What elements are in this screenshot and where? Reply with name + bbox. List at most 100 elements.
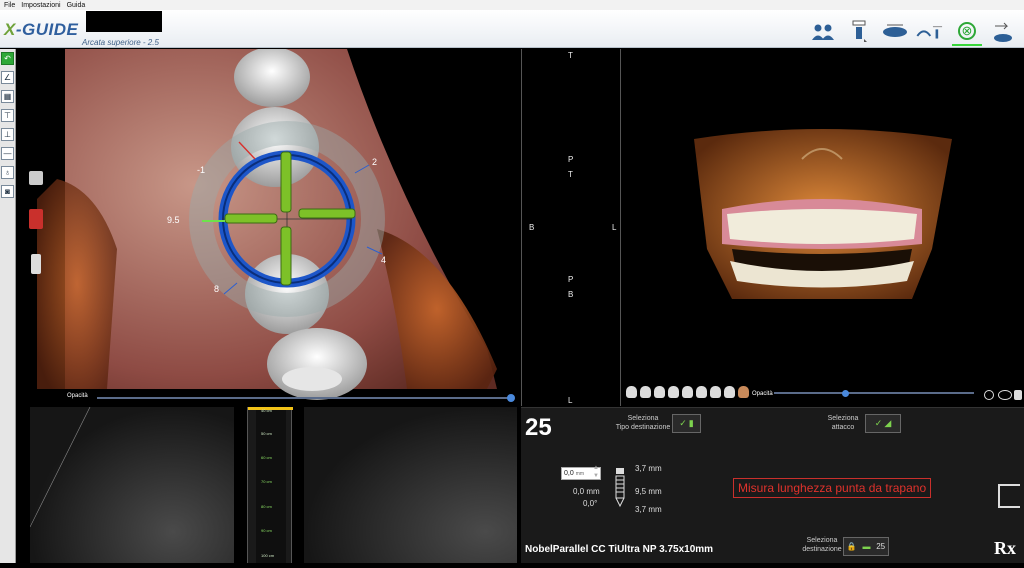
confirm-icon[interactable]: ⊗ <box>952 18 982 46</box>
connector-icon[interactable] <box>998 484 1020 508</box>
app-logo: X-GUIDE <box>4 20 79 39</box>
lock-icon: 🔒 <box>846 542 857 551</box>
main-3d-view[interactable]: -1 2 9.5 4 8 Opacità <box>17 49 520 406</box>
implant-mini-icon: ▮ <box>688 418 694 428</box>
implant-panel: 25 Seleziona Tipo destinazione ✓ ▮ Selezi… <box>521 407 1024 563</box>
orientation-view[interactable]: T P T B L P B L <box>521 49 621 406</box>
view-preset-6-icon[interactable] <box>696 386 707 398</box>
shield-icon[interactable] <box>1014 390 1022 400</box>
tooth-tool-icon[interactable]: ♁ <box>1 166 14 179</box>
ruler-mark-40: 40 cm <box>261 408 272 413</box>
ruler-mark-60: 60 cm <box>261 455 272 460</box>
check-icon: ✓ <box>874 418 883 428</box>
menu-bar: File Impostazioni Guida <box>0 0 1024 10</box>
tooth-number: 25 <box>525 414 552 441</box>
depth-ruler: 40 cm 50 cm 60 cm 70 cm 80 cm 90 cm 100 … <box>247 407 293 563</box>
dest-value: 25 <box>876 542 886 551</box>
cross-section-view-b[interactable] <box>304 407 517 563</box>
angle-label-a4: 4 <box>381 255 386 265</box>
orient-top: T <box>568 51 573 60</box>
opacity-3d-track[interactable] <box>774 392 974 394</box>
arch-label: Arcata superiore - 2.5 <box>82 38 159 47</box>
patients-icon[interactable] <box>808 18 838 46</box>
angle-label-a5: 8 <box>214 284 219 294</box>
view-preset-4-icon[interactable] <box>668 386 679 398</box>
export-icon[interactable] <box>988 18 1018 46</box>
menu-file[interactable]: File <box>4 2 15 9</box>
angle-label-a2: 2 <box>372 157 377 167</box>
orient-bottom: L <box>568 396 573 405</box>
dentition-rendering <box>694 129 952 299</box>
select-target-button[interactable]: ✓ ▮ <box>672 414 701 433</box>
view-preset-1-icon[interactable] <box>626 386 637 398</box>
implant-tool-icon[interactable]: ⊤ <box>1 109 14 122</box>
left-tool-strip: ↶ ∠ ▦ ⊤ ⊥ — ♁ ◙ <box>0 49 16 563</box>
attach-icon: ◢ <box>884 418 892 428</box>
opacity-track[interactable] <box>97 394 515 402</box>
opacity-knob[interactable] <box>507 394 515 402</box>
line-tool-icon[interactable]: — <box>1 147 14 160</box>
drill-icon <box>31 254 41 274</box>
lasso-icon[interactable] <box>984 390 994 400</box>
offset-stepper[interactable]: ▲ ▼ <box>593 464 600 482</box>
arch-icon[interactable] <box>880 18 910 46</box>
pattern-red-icon <box>29 209 43 229</box>
drill-length-warning[interactable]: Misura lunghezza punta da trapano <box>733 478 932 498</box>
opacity-3d-knob[interactable] <box>842 390 849 397</box>
rx-button[interactable]: Rx <box>994 538 1016 559</box>
ruler-mark-100: 100 cm <box>261 553 275 558</box>
pattern-tool-icon[interactable]: ▦ <box>1 90 14 103</box>
opacity-label: Opacità <box>67 393 88 399</box>
dim-bot: 3,7 mm <box>635 505 662 514</box>
scan-tools-icon[interactable] <box>916 18 946 46</box>
implant-select-icon[interactable] <box>844 18 874 46</box>
measure-tool-icon[interactable]: ⊥ <box>1 128 14 141</box>
orient-b: B <box>529 223 535 232</box>
dice-icon <box>29 171 43 185</box>
ruler-mark-50: 50 cm <box>261 431 272 436</box>
lasso-plus-icon[interactable] <box>998 390 1012 400</box>
implant-diagram <box>615 468 625 508</box>
draw-tool-icon[interactable]: ∠ <box>1 71 14 84</box>
tooth-mini-icon: ▬ <box>862 542 871 551</box>
angle-label-a1: -1 <box>197 165 205 175</box>
view-preset-8-icon[interactable] <box>724 386 735 398</box>
orient-t2: T <box>568 170 573 179</box>
view-preset-9-icon[interactable] <box>738 386 749 398</box>
redacted-patient-name <box>86 11 162 32</box>
offset-value: 0,0 <box>564 470 574 477</box>
angle-label-a3: 9.5 <box>167 215 180 225</box>
implant-name: NobelParallel CC TiUltra NP 3.75x10mm <box>525 544 714 555</box>
toolbar-icons: ⊗ <box>808 12 1018 46</box>
select-target-label: Seleziona Tipo destinazione <box>615 415 671 431</box>
orient-p1: P <box>568 155 574 164</box>
view-preset-3-icon[interactable] <box>654 386 665 398</box>
dim-mid: 9,5 mm <box>635 487 662 496</box>
opacity-slider[interactable]: Opacità <box>67 393 517 403</box>
view-preset-7-icon[interactable] <box>710 386 721 398</box>
offset-unit: mm <box>575 470 585 477</box>
angle-value: 0,0° <box>583 499 598 508</box>
ruler-mark-80: 80 cm <box>261 504 272 509</box>
ruler-mark-70: 70 cm <box>261 479 272 484</box>
cross-section-view-a[interactable] <box>29 406 234 563</box>
jaw-rendering: -1 2 9.5 4 8 <box>29 49 497 400</box>
view-preset-5-icon[interactable] <box>682 386 693 398</box>
view-preset-icons <box>626 386 749 398</box>
undo-tool-icon[interactable]: ↶ <box>1 52 14 65</box>
check-icon: ✓ <box>679 418 687 428</box>
menu-impostazioni[interactable]: Impostazioni <box>21 2 60 9</box>
dim-top: 3,7 mm <box>635 464 662 473</box>
orient-b2: B <box>568 290 574 299</box>
orient-l: L <box>612 223 617 232</box>
select-destination-button[interactable]: 🔒 ▬ 25 <box>843 537 889 556</box>
view-preset-2-icon[interactable] <box>640 386 651 398</box>
select-attach-button[interactable]: ✓ ◢ <box>865 414 901 433</box>
dentition-3d-view[interactable]: Opacità <box>622 49 1024 406</box>
depth-value: 0,0 mm <box>573 487 600 496</box>
menu-guida[interactable]: Guida <box>67 2 86 9</box>
select-attach-label: Seleziona attacco <box>827 415 859 431</box>
camera-tool-icon[interactable]: ◙ <box>1 185 14 198</box>
main-toolbar: X-GUIDE Arcata superiore - 2.5 ⊗ <box>0 10 1024 48</box>
orient-p2: P <box>568 275 574 284</box>
